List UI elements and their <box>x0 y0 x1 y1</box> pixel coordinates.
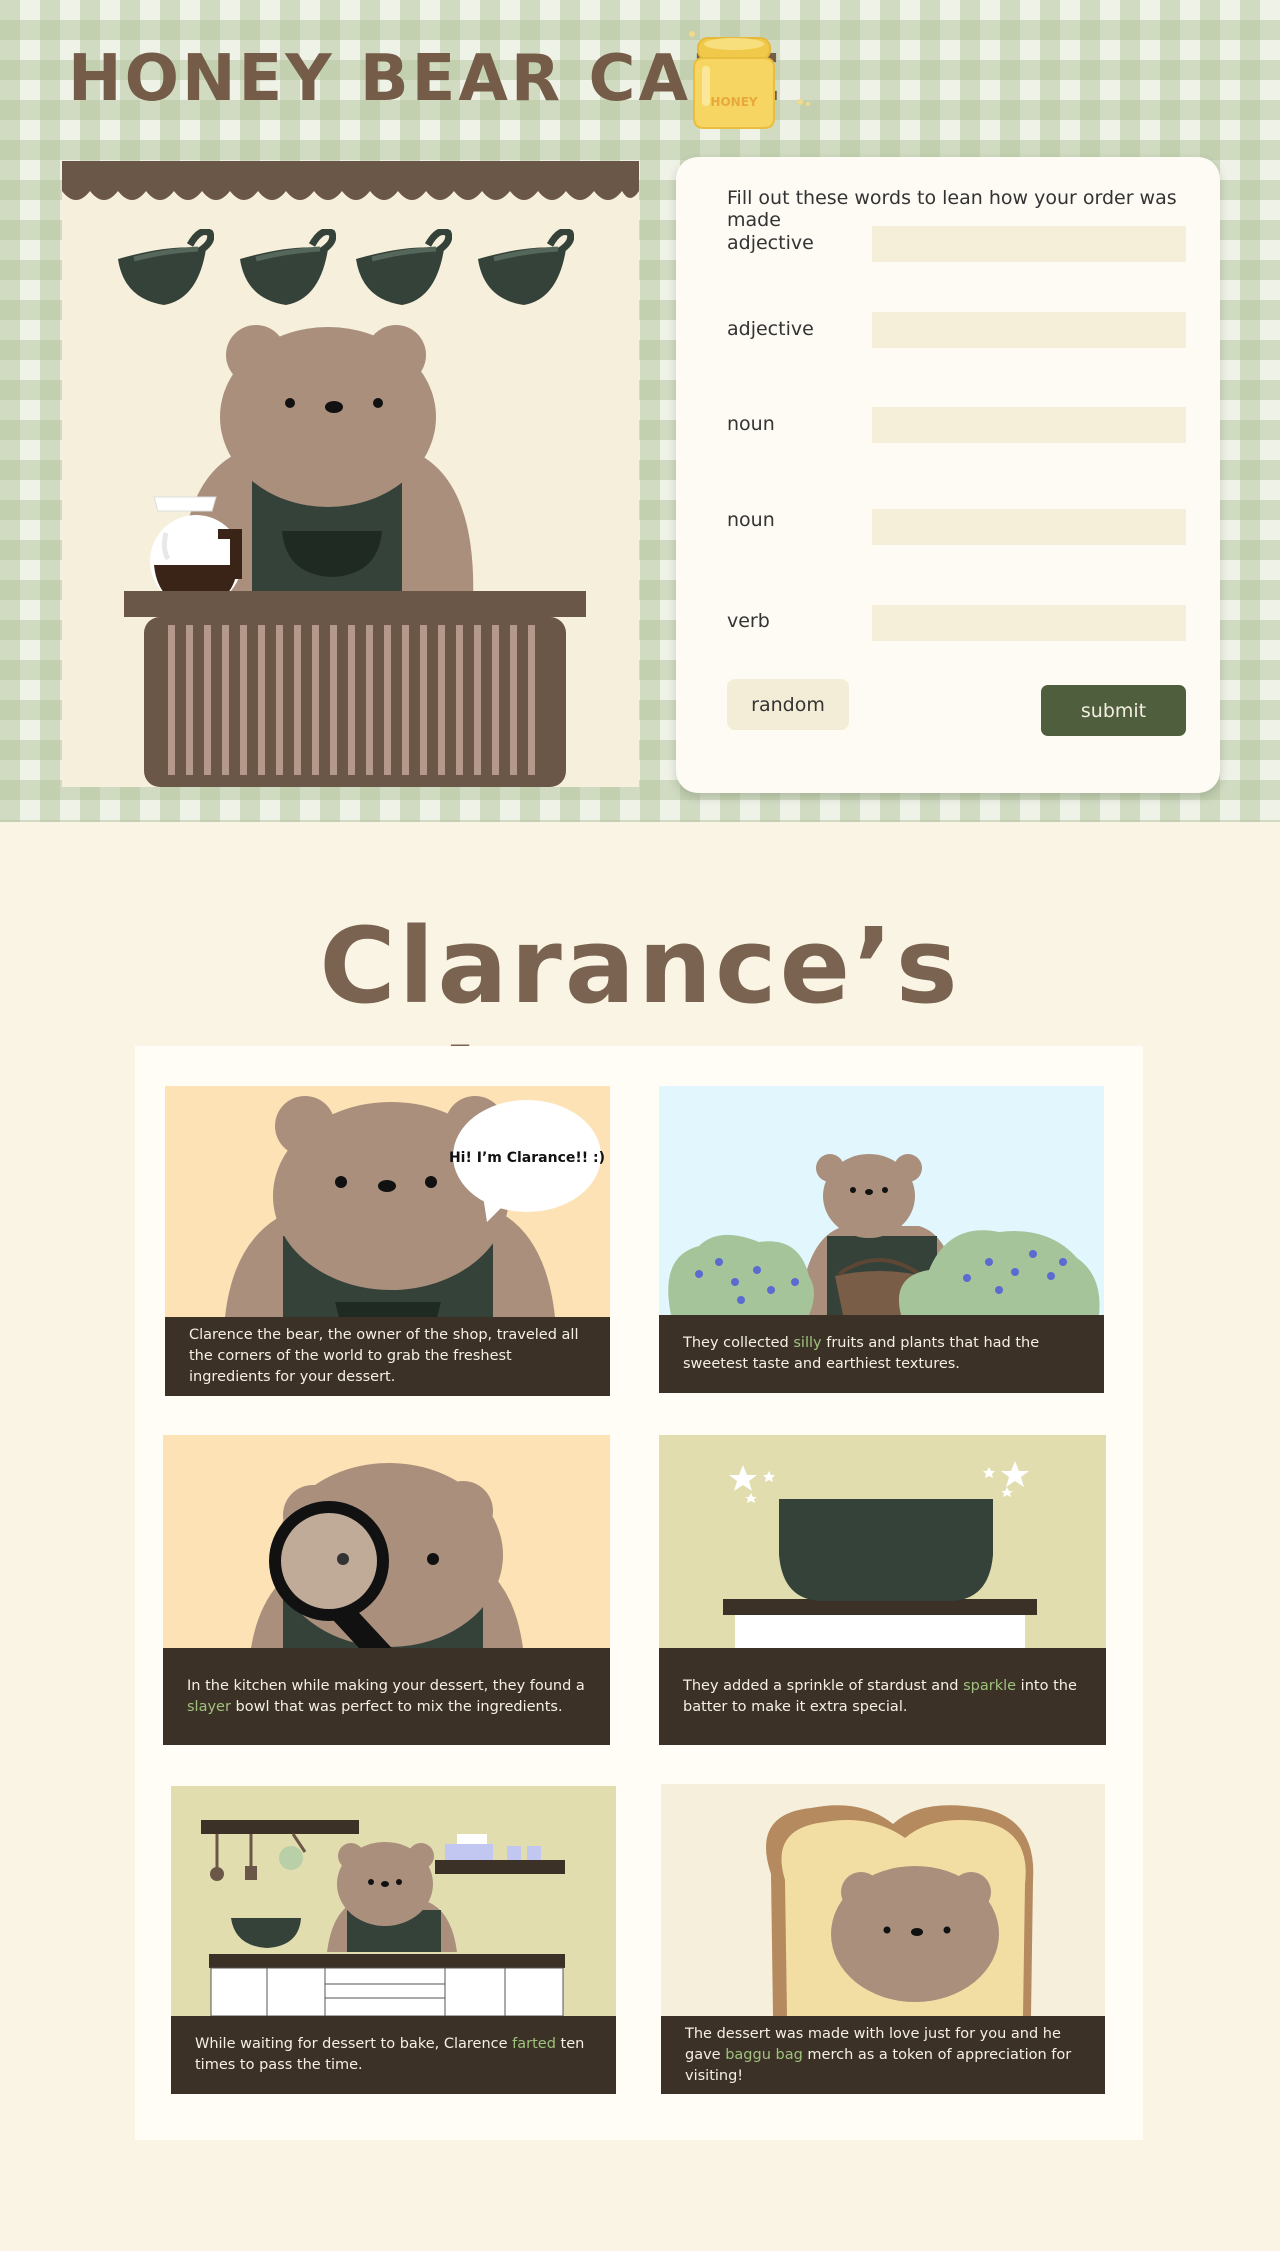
awning <box>62 161 639 200</box>
noun-input-2[interactable] <box>872 509 1186 545</box>
bear-magnifier-illustration <box>163 1435 610 1648</box>
noun-input-1[interactable] <box>872 407 1186 443</box>
stardust-bowl-illustration <box>659 1435 1106 1648</box>
field-label-noun-2: noun <box>727 509 775 531</box>
panel-caption-3: In the kitchen while making your dessert… <box>163 1648 610 1745</box>
bear-foraging-illustration <box>659 1086 1104 1315</box>
story-panel-1: Hi! I’m Clarance!! :) Clarence the bear,… <box>165 1086 610 1396</box>
verb-input[interactable] <box>872 605 1186 641</box>
adjective-input-1[interactable] <box>872 226 1186 262</box>
story-panel-4: They added a sprinkle of stardust and sp… <box>659 1435 1106 1745</box>
honey-jar-icon: HONEY <box>689 31 810 129</box>
panel-caption-6: The dessert was made with love just for … <box>661 2016 1105 2094</box>
mug-icon <box>240 229 336 305</box>
hero-plaid-background: HONEY BEAR CAFE HONEY Fill out these wor… <box>0 0 1280 822</box>
bear-kitchen-illustration <box>171 1786 616 2016</box>
bear-toast-illustration <box>661 1784 1105 2016</box>
adjective-input-2[interactable] <box>872 312 1186 348</box>
mug-icon <box>118 229 214 305</box>
story-board: Hi! I’m Clarance!! :) Clarence the bear,… <box>135 1046 1143 2140</box>
story-panel-3: In the kitchen while making your dessert… <box>163 1435 610 1745</box>
field-label-verb: verb <box>727 610 770 632</box>
brand-title: HONEY BEAR CAFE <box>68 42 785 116</box>
panel-caption-4: They added a sprinkle of stardust and sp… <box>659 1648 1106 1745</box>
panel-caption-1: Clarence the bear, the owner of the shop… <box>165 1317 610 1396</box>
panel-caption-5: While waiting for dessert to bake, Clare… <box>171 2016 616 2094</box>
submit-button[interactable]: submit <box>1041 685 1186 736</box>
bear-greeting-illustration: Hi! I’m Clarance!! :) <box>165 1086 610 1317</box>
field-label-adjective-2: adjective <box>727 318 814 340</box>
panel-caption-2: They collected silly fruits and plants t… <box>659 1315 1104 1393</box>
field-label-adjective-1: adjective <box>727 232 814 254</box>
speech-bubble-text: Hi! I’m Clarance!! :) <box>449 1150 605 1166</box>
mug-icon <box>356 229 452 305</box>
cafe-scene-illustration <box>62 161 639 787</box>
field-label-noun-1: noun <box>727 413 775 435</box>
story-panel-2: They collected silly fruits and plants t… <box>659 1086 1104 1393</box>
story-panel-6: The dessert was made with love just for … <box>661 1784 1105 2094</box>
form-intro: Fill out these words to lean how your or… <box>727 187 1177 231</box>
random-button[interactable]: random <box>727 679 849 730</box>
svg-text:HONEY: HONEY <box>710 95 757 109</box>
counter <box>124 591 586 787</box>
story-panel-5: While waiting for dessert to bake, Clare… <box>171 1786 616 2094</box>
order-form-card: Fill out these words to lean how your or… <box>676 157 1220 793</box>
mug-icon <box>478 229 574 305</box>
